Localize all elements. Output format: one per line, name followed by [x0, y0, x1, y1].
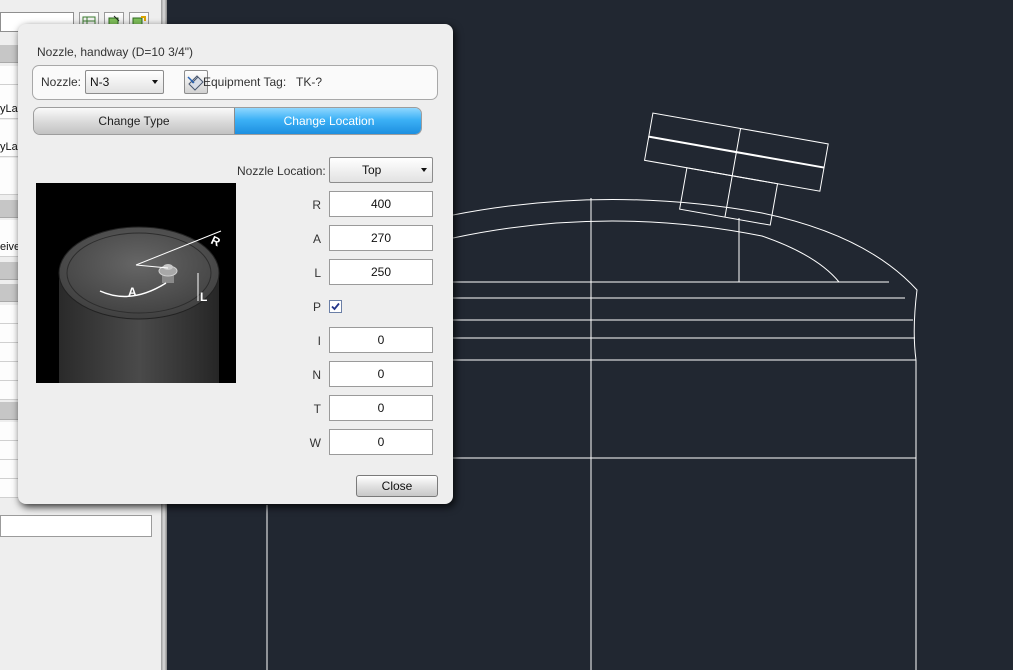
preview-label-l: L	[200, 290, 207, 304]
tab-change-location[interactable]: Change Location	[235, 108, 421, 134]
mode-toggle: Change Type Change Location	[33, 107, 422, 135]
field-label-w: W	[309, 436, 321, 450]
l-input[interactable]: 250	[329, 259, 433, 285]
nozzle-location-label: Nozzle Location:	[237, 164, 326, 178]
nozzle-selector-group: Nozzle: N-3 Equipment Tag: TK-?	[32, 65, 438, 100]
field-label-p: P	[312, 300, 321, 314]
nozzle-location-combo[interactable]: Top	[329, 157, 433, 183]
equipment-tag-label: Equipment Tag:	[203, 75, 287, 89]
r-input[interactable]: 400	[329, 191, 433, 217]
w-input[interactable]: 0	[329, 429, 433, 455]
preview-label-a: A	[128, 285, 137, 299]
p-checkbox[interactable]	[329, 300, 342, 313]
i-input[interactable]: 0	[329, 327, 433, 353]
equipment-tag-value: TK-?	[296, 75, 323, 89]
field-label-l: L	[314, 266, 321, 280]
field-label-r: R	[312, 198, 321, 212]
field-label-a: A	[312, 232, 321, 246]
field-label-n: N	[312, 368, 321, 382]
tank-preview-image: A R L	[58, 226, 223, 383]
nozzle-combo[interactable]: N-3	[85, 70, 164, 94]
field-label-t: T	[313, 402, 321, 416]
nozzle-dialog: Nozzle, handway (D=10 3/4") Nozzle: N-3 …	[18, 24, 453, 504]
nozzle-label: Nozzle:	[41, 75, 82, 89]
n-input[interactable]: 0	[329, 361, 433, 387]
close-button[interactable]: Close	[356, 475, 438, 497]
nozzle-combo-value: N-3	[90, 75, 110, 89]
tab-change-type[interactable]: Change Type	[34, 108, 235, 134]
nozzle-location-preview: A R L	[36, 183, 236, 383]
field-label-i: I	[317, 334, 321, 348]
a-input[interactable]: 270	[329, 225, 433, 251]
t-input[interactable]: 0	[329, 395, 433, 421]
dialog-title: Nozzle, handway (D=10 3/4")	[37, 45, 194, 59]
checkmark-icon	[331, 302, 340, 311]
nozzle-location-value: Top	[362, 163, 382, 177]
palette-text-box[interactable]	[0, 515, 152, 537]
chevron-down-icon	[152, 80, 158, 84]
chevron-down-icon	[421, 168, 427, 172]
